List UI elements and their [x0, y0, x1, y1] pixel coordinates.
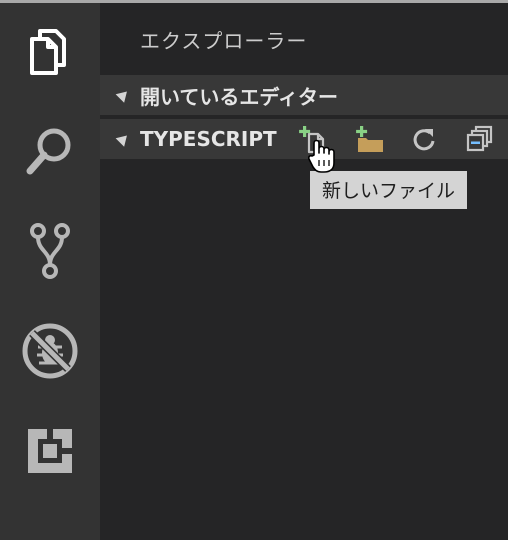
activity-debug[interactable]: [0, 311, 100, 391]
activity-bar: [0, 3, 100, 540]
refresh-icon: [413, 129, 435, 151]
source-control-icon: [30, 223, 70, 279]
chevron-down-icon[interactable]: [115, 87, 132, 103]
explorer-icon: [30, 29, 66, 75]
refresh-button[interactable]: [406, 119, 442, 159]
section-open-editors[interactable]: 開いているエディター: [100, 75, 508, 115]
activity-source-control[interactable]: [0, 211, 100, 291]
extensions-icon: [28, 429, 72, 473]
activity-search[interactable]: [0, 111, 100, 191]
new-folder-icon: [356, 126, 383, 152]
tooltip: 新しいファイル: [310, 171, 468, 209]
activity-extensions[interactable]: [0, 411, 100, 491]
search-icon: [26, 128, 71, 175]
sidebar-title: エクスプローラー: [140, 29, 308, 53]
chevron-down-icon[interactable]: [115, 131, 132, 147]
collapse-all-icon: [466, 125, 493, 152]
debug-icon: [22, 323, 78, 379]
section-typescript[interactable]: TYPESCRIPT: [100, 119, 508, 159]
hand-cursor-icon: [308, 139, 335, 173]
new-folder-button[interactable]: [352, 119, 388, 159]
activity-explorer[interactable]: [0, 11, 100, 91]
explorer-sidebar: エクスプローラー 開いているエディター TYPESCRIPT 新しいファイル: [100, 3, 508, 540]
collapse-all-button[interactable]: [462, 119, 498, 159]
section-label: 開いているエディター: [140, 84, 338, 109]
section-label: TYPESCRIPT: [140, 127, 277, 151]
